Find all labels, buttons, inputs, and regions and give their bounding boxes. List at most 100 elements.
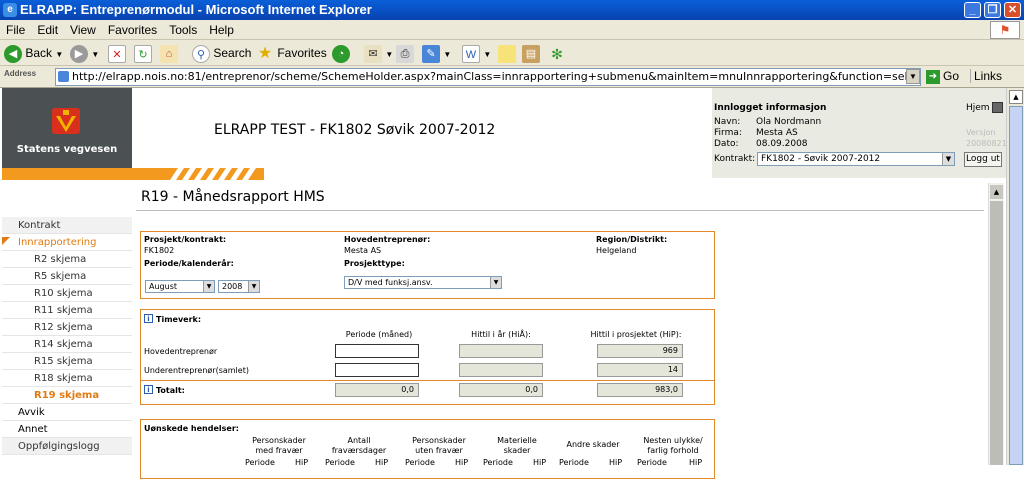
timeverk-box: i Timeverk: Periode (måned) Hittil i år … <box>140 309 715 405</box>
menu-tools[interactable]: Tools <box>163 20 203 37</box>
scroll-up-icon[interactable]: ▲ <box>1009 90 1023 104</box>
frame-scrollbar[interactable]: ▲ <box>988 183 1004 465</box>
sidebar-item-r10[interactable]: R10 skjema <box>2 285 132 302</box>
menu-help[interactable]: Help <box>203 20 240 37</box>
home-icon: ⌂ <box>160 44 178 63</box>
chevron-down-icon: ▼ <box>203 281 214 292</box>
contract-select[interactable]: FK1802 - Søvik 2007-2012 ▼ <box>757 152 955 166</box>
mail-icon: ✉ <box>364 44 382 63</box>
sidebar-item-kontrakt[interactable]: Kontrakt <box>2 217 132 234</box>
main-contractor-period-input[interactable] <box>335 344 419 358</box>
col-year-header: Hittil i år (HiÅ): <box>471 330 531 339</box>
sidebar-item-r5[interactable]: R5 skjema <box>2 268 132 285</box>
minimize-button[interactable]: _ <box>964 2 981 18</box>
events-sub-hip: HiP <box>375 458 389 467</box>
close-button[interactable]: ✕ <box>1004 2 1021 18</box>
browser-scrollbar[interactable]: ▲ <box>1006 88 1024 465</box>
events-sub-period: Periode <box>637 458 667 467</box>
favorites-button[interactable]: ★ Favorites <box>256 43 327 63</box>
page-icon <box>58 71 69 82</box>
row-label-subcontractor: Underentreprenør(samlet) <box>144 366 249 375</box>
chevron-down-icon: ▼ <box>248 281 259 292</box>
year-select[interactable]: 2008 ▼ <box>218 280 260 293</box>
word-button[interactable]: W ▼ <box>462 43 491 63</box>
events-sub-period: Periode <box>245 458 275 467</box>
notes-button[interactable] <box>498 43 516 63</box>
row-label-main-contractor: Hovedentreprenør <box>144 347 218 356</box>
forward-button[interactable]: ▶ ▼ <box>70 43 99 63</box>
login-info-panel: Innlogget informasjon Hjem Navn: Ola Nord… <box>712 88 1007 178</box>
stop-button[interactable]: ✕ <box>108 43 126 63</box>
lock-icon[interactable] <box>992 102 1003 113</box>
project-type-select[interactable]: D/V med funksj.ansv. ▼ <box>344 276 502 289</box>
home-button[interactable]: ⌂ <box>160 43 178 63</box>
info-icon[interactable]: i <box>144 385 153 394</box>
period-label: Periode/kalenderår: <box>144 259 234 268</box>
events-col3-title: Personskader <box>412 436 466 445</box>
history-button[interactable]: ◔ <box>332 43 350 63</box>
mail-button[interactable]: ✉ ▼ <box>364 43 393 63</box>
timeverk-label: Timeverk: <box>156 315 202 324</box>
sidebar-item-r18[interactable]: R18 skjema <box>2 370 132 387</box>
events-col6-title: Nesten ulykke/ <box>643 436 703 445</box>
address-bar: Address http://elrapp.nois.no:81/entrepr… <box>0 66 1024 88</box>
sidebar-item-r14[interactable]: R14 skjema <box>2 336 132 353</box>
print-button[interactable]: ⎙ <box>396 43 414 63</box>
links-button[interactable]: Links <box>970 69 1002 83</box>
menu-view[interactable]: View <box>64 20 102 37</box>
research-button[interactable]: ▤ <box>522 43 540 63</box>
logout-button[interactable]: Logg ut <box>964 152 1002 167</box>
sidebar-item-innrapportering[interactable]: Innrapportering <box>2 234 132 251</box>
menu-favorites[interactable]: Favorites <box>102 20 163 37</box>
messenger-button[interactable]: ✻ <box>548 43 566 63</box>
main-contractor-year-field <box>459 344 543 358</box>
ie-icon: e <box>3 3 17 17</box>
back-button[interactable]: ◀ Back ▼ <box>4 43 63 63</box>
restore-button[interactable]: ❐ <box>984 2 1001 18</box>
events-col3-subtitle: uten fravær <box>415 446 463 455</box>
sidebar-item-avvik[interactable]: Avvik <box>2 404 132 421</box>
address-input[interactable]: http://elrapp.nois.no:81/entreprenor/sch… <box>55 68 921 86</box>
go-button[interactable]: ➜ Go <box>926 69 959 84</box>
menu-edit[interactable]: Edit <box>31 20 64 37</box>
sidebar-item-r2[interactable]: R2 skjema <box>2 251 132 268</box>
login-date: 08.09.2008 <box>756 139 808 149</box>
events-col4-title: Materielle <box>497 436 537 445</box>
info-icon[interactable]: i <box>144 314 153 323</box>
menu-file[interactable]: File <box>0 20 31 37</box>
subcontractor-project-field: 14 <box>597 363 683 377</box>
events-sub-hip: HiP <box>689 458 703 467</box>
company-name: Mesta AS <box>756 128 798 138</box>
scroll-up-icon[interactable]: ▲ <box>990 185 1003 199</box>
sidebar-item-r11[interactable]: R11 skjema <box>2 302 132 319</box>
name-label: Navn: <box>714 117 741 127</box>
window-title: ELRAPP: Entreprenørmodul - Microsoft Int… <box>20 2 372 17</box>
events-sub-period: Periode <box>483 458 513 467</box>
chevron-down-icon: ▼ <box>490 277 501 288</box>
events-col1-subtitle: med fravær <box>255 446 303 455</box>
events-sub-hip: HiP <box>533 458 547 467</box>
history-icon: ◔ <box>332 44 350 63</box>
address-dropdown-button[interactable]: ▼ <box>906 69 920 84</box>
subcontractor-period-input[interactable] <box>335 363 419 377</box>
sidebar-item-r15[interactable]: R15 skjema <box>2 353 132 370</box>
main-contractor-project-field: 969 <box>597 344 683 358</box>
sidebar-item-annet[interactable]: Annet <box>2 421 132 438</box>
search-button[interactable]: ⚲ Search <box>192 43 251 63</box>
road-emblem-icon <box>52 108 80 134</box>
month-select[interactable]: August ▼ <box>145 280 215 293</box>
refresh-button[interactable]: ↻ <box>134 43 152 63</box>
search-icon: ⚲ <box>192 44 210 63</box>
title-divider <box>136 210 984 211</box>
total-divider <box>141 380 714 381</box>
edit-button[interactable]: ✎ ▼ <box>422 43 451 63</box>
project-type-label: Prosjekttype: <box>344 259 405 268</box>
sidebar-item-oppfolgingslogg[interactable]: Oppfølgingslogg <box>2 438 132 455</box>
home-link[interactable]: Hjem <box>966 103 990 113</box>
research-icon: ▤ <box>522 44 540 63</box>
sidebar-item-r12[interactable]: R12 skjema <box>2 319 132 336</box>
scroll-thumb[interactable] <box>1009 106 1023 465</box>
scroll-thumb[interactable] <box>990 201 1003 465</box>
agency-logo: Statens vegvesen <box>2 88 132 168</box>
sidebar-item-r19[interactable]: R19 skjema <box>2 387 132 404</box>
